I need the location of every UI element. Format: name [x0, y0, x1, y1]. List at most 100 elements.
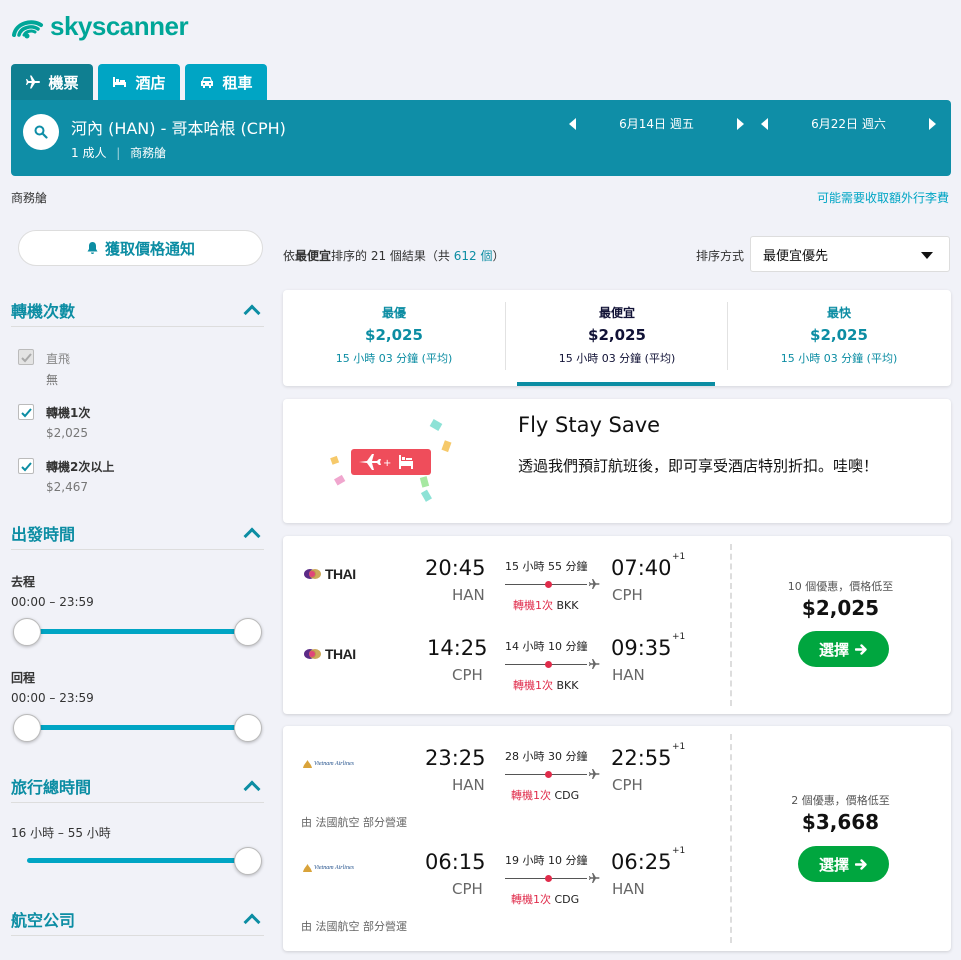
- sort-tab-fastest[interactable]: 最快 $2,025 15 小時 03 分鐘 (平均): [728, 290, 950, 386]
- passenger-cabin-summary[interactable]: 1 成人 | 商務艙: [71, 144, 166, 161]
- stop-airport: BKK: [556, 679, 579, 692]
- checkbox-price: 無: [46, 373, 59, 387]
- return-date-picker[interactable]: 6月22日 週六: [761, 115, 936, 132]
- flight-leg-outbound: THAI 20:45 HAN 15 小時 55 分鐘 轉機1次 BKK 07:4…: [283, 550, 730, 630]
- arrow-right-icon: [855, 858, 867, 870]
- tab-car-hire[interactable]: 租車: [185, 64, 267, 100]
- stop-airport: CDG: [554, 789, 580, 802]
- search-button[interactable]: [23, 114, 59, 150]
- price-alert-label: 獲取價格通知: [104, 239, 195, 258]
- price-alert-button[interactable]: 獲取價格通知: [18, 230, 263, 266]
- filter-airlines-header[interactable]: 航空公司: [11, 902, 264, 936]
- stops-count: 轉機1次: [511, 789, 551, 802]
- search-icon: [34, 125, 48, 139]
- chevron-up-icon[interactable]: [243, 913, 261, 930]
- plane-icon: [588, 659, 600, 669]
- sort-select[interactable]: 最便宜優先: [750, 236, 950, 272]
- departure-airport: HAN: [452, 586, 485, 604]
- prev-date-icon[interactable]: [761, 117, 768, 130]
- filter-duration-header[interactable]: 旅行總時間: [11, 769, 264, 803]
- airline-name: THAI: [325, 646, 356, 662]
- departure-time: 06:15: [425, 850, 486, 874]
- outbound-slider-max-handle[interactable]: [234, 618, 262, 646]
- sort-tabs: 最優 $2,025 15 小時 03 分鐘 (平均) 最便宜 $2,025 15…: [283, 290, 951, 386]
- airline-name: Vietnam Airlines: [314, 865, 354, 871]
- select-button[interactable]: 選擇: [798, 846, 889, 882]
- duration-slider-max-handle[interactable]: [234, 847, 262, 875]
- prev-date-icon[interactable]: [569, 117, 576, 130]
- fly-stay-save-promo[interactable]: + Fly Stay Save 透過我們預訂航班後，即可享受酒店特別折扣。哇噢！: [283, 399, 951, 523]
- select-button[interactable]: 選擇: [798, 631, 889, 667]
- tab-label: 機票: [48, 73, 79, 92]
- next-date-icon[interactable]: [736, 117, 744, 130]
- checkbox-label: 轉機2次以上: [46, 460, 115, 474]
- filter-times-header[interactable]: 出發時間: [11, 516, 264, 550]
- checkbox-one-stop[interactable]: [18, 404, 34, 420]
- promo-title: Fly Stay Save: [518, 413, 661, 437]
- depart-date-picker[interactable]: 6月14日 週五: [569, 115, 744, 132]
- plus-day: +1: [672, 846, 686, 856]
- stop-dot: [545, 771, 552, 778]
- outbound-slider-min-handle[interactable]: [13, 618, 41, 646]
- plus-day: +1: [672, 552, 686, 562]
- baggage-fee-link[interactable]: 可能需要收取額外行李費: [817, 189, 949, 206]
- chevron-up-icon[interactable]: [243, 527, 261, 544]
- sort-tab-duration: 15 小時 03 分鐘 (平均): [335, 352, 453, 365]
- departure-airport: CPH: [452, 666, 483, 684]
- search-summary-bar[interactable]: 河內 (HAN) - 哥本哈根 (CPH) 1 成人 | 商務艙 6月14日 週…: [11, 100, 951, 176]
- promo-illustration-icon: +: [330, 419, 452, 502]
- return-slider-max-handle[interactable]: [234, 714, 262, 742]
- checkbox-direct[interactable]: [18, 349, 34, 365]
- stop-airport: BKK: [556, 599, 579, 612]
- car-icon: [201, 77, 214, 88]
- active-tab-indicator: [517, 382, 715, 386]
- operated-by: 由 法國航空 部分營運: [301, 816, 407, 829]
- sort-tab-best[interactable]: 最優 $2,025 15 小時 03 分鐘 (平均): [283, 290, 505, 386]
- chevron-up-icon[interactable]: [243, 780, 261, 797]
- results-prefix: 依: [283, 249, 296, 263]
- route-text[interactable]: 河內 (HAN) - 哥本哈根 (CPH): [71, 115, 286, 139]
- results-count-text: 依最便宜排序的 21 個結果（共 612 個）: [283, 247, 505, 264]
- checkbox-two-plus-stops[interactable]: [18, 458, 34, 474]
- return-slider-min-handle[interactable]: [13, 714, 41, 742]
- stops-info: 轉機1次 CDG: [511, 891, 579, 907]
- return-slider-track[interactable]: [27, 725, 248, 730]
- checkbox-label: 轉機1次: [46, 406, 91, 420]
- filter-stops-header[interactable]: 轉機次數: [11, 293, 264, 327]
- next-date-icon[interactable]: [928, 117, 936, 130]
- skyscanner-logo[interactable]: skyscanner: [10, 10, 189, 42]
- vietnam-airlines-lotus-icon: [303, 864, 312, 872]
- results-total-link[interactable]: 612 個: [454, 249, 493, 263]
- flight-result-card[interactable]: THAI 20:45 HAN 15 小時 55 分鐘 轉機1次 BKK 07:4…: [283, 536, 951, 714]
- airline-logo: Vietnam Airlines: [303, 864, 354, 872]
- chevron-up-icon[interactable]: [243, 304, 261, 321]
- checkbox-price: $2,467: [46, 480, 88, 494]
- deals-count: 10 個優惠，價格低至: [787, 580, 894, 593]
- outbound-slider-track[interactable]: [27, 629, 248, 634]
- results-sort-name: 最便宜: [295, 249, 332, 263]
- leg-duration: 19 小時 10 分鐘: [505, 854, 588, 867]
- arrival-airport: HAN: [612, 666, 645, 684]
- departure-airport: HAN: [452, 776, 485, 794]
- bed-icon: [113, 77, 127, 87]
- operated-by: 由 法國航空 部分營運: [301, 920, 407, 933]
- plane-icon: [588, 873, 600, 883]
- arrival-time: 22:55: [611, 746, 672, 770]
- cabin-class: 商務艙: [130, 146, 167, 160]
- check-icon: [21, 462, 32, 472]
- tab-hotels[interactable]: 酒店: [98, 64, 180, 100]
- cabin-class-label: 商務艙: [11, 191, 48, 205]
- return-date: 6月22日 週六: [811, 117, 886, 131]
- flight-result-card[interactable]: Vietnam Airlines 23:25 HAN 28 小時 30 分鐘 轉…: [283, 726, 951, 951]
- sort-tab-cheapest[interactable]: 最便宜 $2,025 15 小時 03 分鐘 (平均): [506, 290, 728, 386]
- tab-flights[interactable]: 機票: [11, 64, 93, 100]
- sort-tab-name: 最快: [826, 306, 851, 320]
- airline-logo: Vietnam Airlines: [303, 760, 354, 768]
- stops-info: 轉機1次 BKK: [513, 597, 578, 613]
- sort-tab-price: $2,025: [810, 326, 868, 344]
- duration-slider-track[interactable]: [27, 858, 248, 863]
- skyscanner-sunrise-icon: [12, 20, 43, 39]
- stops-info: 轉機1次 CDG: [511, 787, 579, 803]
- sort-tab-duration: 15 小時 03 分鐘 (平均): [780, 352, 898, 365]
- passengers: 1 成人: [71, 146, 107, 160]
